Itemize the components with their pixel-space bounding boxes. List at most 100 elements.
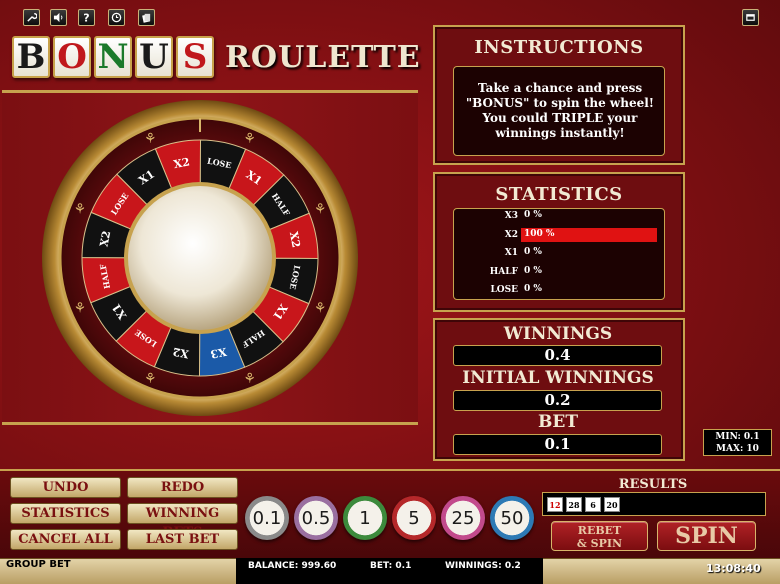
initial-winnings-value: 0.2 xyxy=(453,390,662,411)
cancel-all-button[interactable]: CANCEL ALL xyxy=(10,529,121,550)
chip-label: 50 xyxy=(500,507,524,529)
history-button[interactable] xyxy=(108,9,125,26)
statistics-button[interactable]: STATISTICS xyxy=(10,503,121,524)
statistics-row-value: 100 % xyxy=(524,228,555,239)
balance-label: BALANCE: 999.60 xyxy=(248,561,337,571)
winnings-label: WINNINGS: 0.2 xyxy=(445,561,521,571)
statistics-row-label: X3 xyxy=(504,211,518,221)
statistics-row: LOSE 0 % xyxy=(455,283,657,297)
fleur-icon: ⚘ xyxy=(243,131,256,147)
instructions-line: You could TRIPLE your xyxy=(482,111,638,125)
chip-5[interactable]: 5 xyxy=(392,496,436,540)
instructions-line: winnings instantly! xyxy=(495,126,625,140)
rebet-label: REBET xyxy=(577,524,622,537)
spin-button[interactable]: SPIN xyxy=(657,521,756,551)
lobby-button[interactable] xyxy=(138,9,155,26)
undo-button[interactable]: UNDO xyxy=(10,477,121,498)
fleur-icon: ⚘ xyxy=(74,201,87,217)
result-number: 6 xyxy=(585,496,601,512)
chip-0-5[interactable]: 0.5 xyxy=(294,496,338,540)
instructions-title: INSTRUCTIONS xyxy=(474,37,644,58)
fullscreen-button[interactable] xyxy=(742,9,759,26)
speaker-icon xyxy=(53,12,63,23)
result-number: 20 xyxy=(604,496,620,512)
results-title: RESULTS xyxy=(618,477,688,492)
statistics-row: HALF 0 % xyxy=(455,265,657,279)
chip-label: 25 xyxy=(451,507,475,529)
min-limit: MIN: 0.1 xyxy=(715,432,760,442)
fleur-icon: ⚘ xyxy=(144,131,157,147)
sound-button[interactable] xyxy=(50,9,67,26)
help-button[interactable]: ? xyxy=(78,9,95,26)
fleur-icon: ⚘ xyxy=(314,301,327,317)
bonus-wheel: X2 LOSEX1HALFX2LOSEX1HALFX3X2LOSEX1HALFX2… xyxy=(42,100,358,416)
instructions-line: Take a chance and press xyxy=(477,81,643,95)
chip-50[interactable]: 50 xyxy=(490,496,534,540)
statistics-row-label: LOSE xyxy=(490,285,518,295)
spin-label: & SPIN xyxy=(576,537,623,550)
card-icon xyxy=(142,13,151,23)
statistics-row-value: 0 % xyxy=(524,284,542,294)
logo-word: ROULETTE xyxy=(225,39,421,75)
game-logo: B O N U S ROULETTE xyxy=(12,36,421,78)
instructions-panel: INSTRUCTIONS Take a chance and press "BO… xyxy=(433,25,685,165)
bet-title: BET xyxy=(538,412,578,432)
statistics-bar: 100 % xyxy=(521,227,657,242)
statistics-row-value: 0 % xyxy=(524,265,542,276)
fleur-icon: ⚘ xyxy=(314,201,327,217)
bet-label: BET: 0.1 xyxy=(370,561,412,571)
table-limits: MIN: 0.1 MAX: 10 xyxy=(703,429,772,456)
results-box: 12 28 6 20 xyxy=(542,492,766,516)
statistics-title: STATISTICS xyxy=(495,184,623,205)
statistics-row-value: 0 % xyxy=(524,210,542,220)
logo-letter-o: O xyxy=(53,36,91,78)
svg-text:?: ? xyxy=(83,12,89,23)
fleur-icon: ⚘ xyxy=(243,371,256,387)
statistics-bar: 0 % xyxy=(521,283,657,297)
redo-button[interactable]: REDO xyxy=(127,477,238,498)
winnings-value: 0.4 xyxy=(453,345,662,366)
instructions-text: Take a chance and press "BONUS" to spin … xyxy=(457,81,663,141)
fleur-icon: ⚘ xyxy=(74,301,87,317)
statistics-bar: 0 % xyxy=(521,265,657,279)
logo-letter-s: S xyxy=(176,36,214,78)
statistics-bar: 0 % xyxy=(521,246,657,260)
window-icon xyxy=(746,14,755,21)
result-number: 12 xyxy=(547,496,563,512)
statistics-row: X1 0 % xyxy=(455,246,657,260)
max-limit: MAX: 10 xyxy=(716,444,759,454)
logo-letter-n: N xyxy=(94,36,132,78)
chip-25[interactable]: 25 xyxy=(441,496,485,540)
winnings-title: WINNINGS xyxy=(503,324,613,344)
statistics-row-value: 0 % xyxy=(524,247,542,257)
statistics-bar: 0 % xyxy=(521,209,657,223)
statistics-row: X3 0 % xyxy=(455,209,657,223)
last-bet-button[interactable]: LAST BET xyxy=(127,529,238,550)
statistics-row-label: X2 xyxy=(504,229,518,240)
chip-1[interactable]: 1 xyxy=(343,496,387,540)
statistics-row-label: X1 xyxy=(504,248,518,258)
settings-button[interactable] xyxy=(23,9,40,26)
status-info: BALANCE: 999.60 BET: 0.1 WINNINGS: 0.2 xyxy=(236,558,543,584)
clock-label: 13:08:40 xyxy=(706,562,761,575)
statistics-row: X2 100 % xyxy=(455,227,657,242)
chip-label: 0.5 xyxy=(301,507,331,529)
wheel-hub xyxy=(128,186,272,330)
result-number: 28 xyxy=(566,496,582,512)
clock-icon xyxy=(111,12,122,23)
help-icon: ? xyxy=(83,12,89,23)
chip-label: 0.1 xyxy=(252,507,282,529)
wrench-icon xyxy=(27,13,37,22)
chip-0-1[interactable]: 0.1 xyxy=(245,496,289,540)
instructions-line: "BONUS" to spin the wheel! xyxy=(465,96,655,110)
chip-label: 5 xyxy=(408,507,420,529)
bet-value: 0.1 xyxy=(453,434,662,455)
winning-bets-button[interactable]: WINNING BETS xyxy=(127,503,238,540)
chip-label: 1 xyxy=(359,507,371,529)
rebet-spin-button[interactable]: REBET & SPIN xyxy=(551,521,648,551)
initial-winnings-title: INITIAL WINNINGS xyxy=(462,368,654,388)
logo-letter-b: B xyxy=(12,36,50,78)
logo-letter-u: U xyxy=(135,36,173,78)
fleur-icon: ⚘ xyxy=(144,371,157,387)
statistics-row-label: HALF xyxy=(489,266,518,277)
